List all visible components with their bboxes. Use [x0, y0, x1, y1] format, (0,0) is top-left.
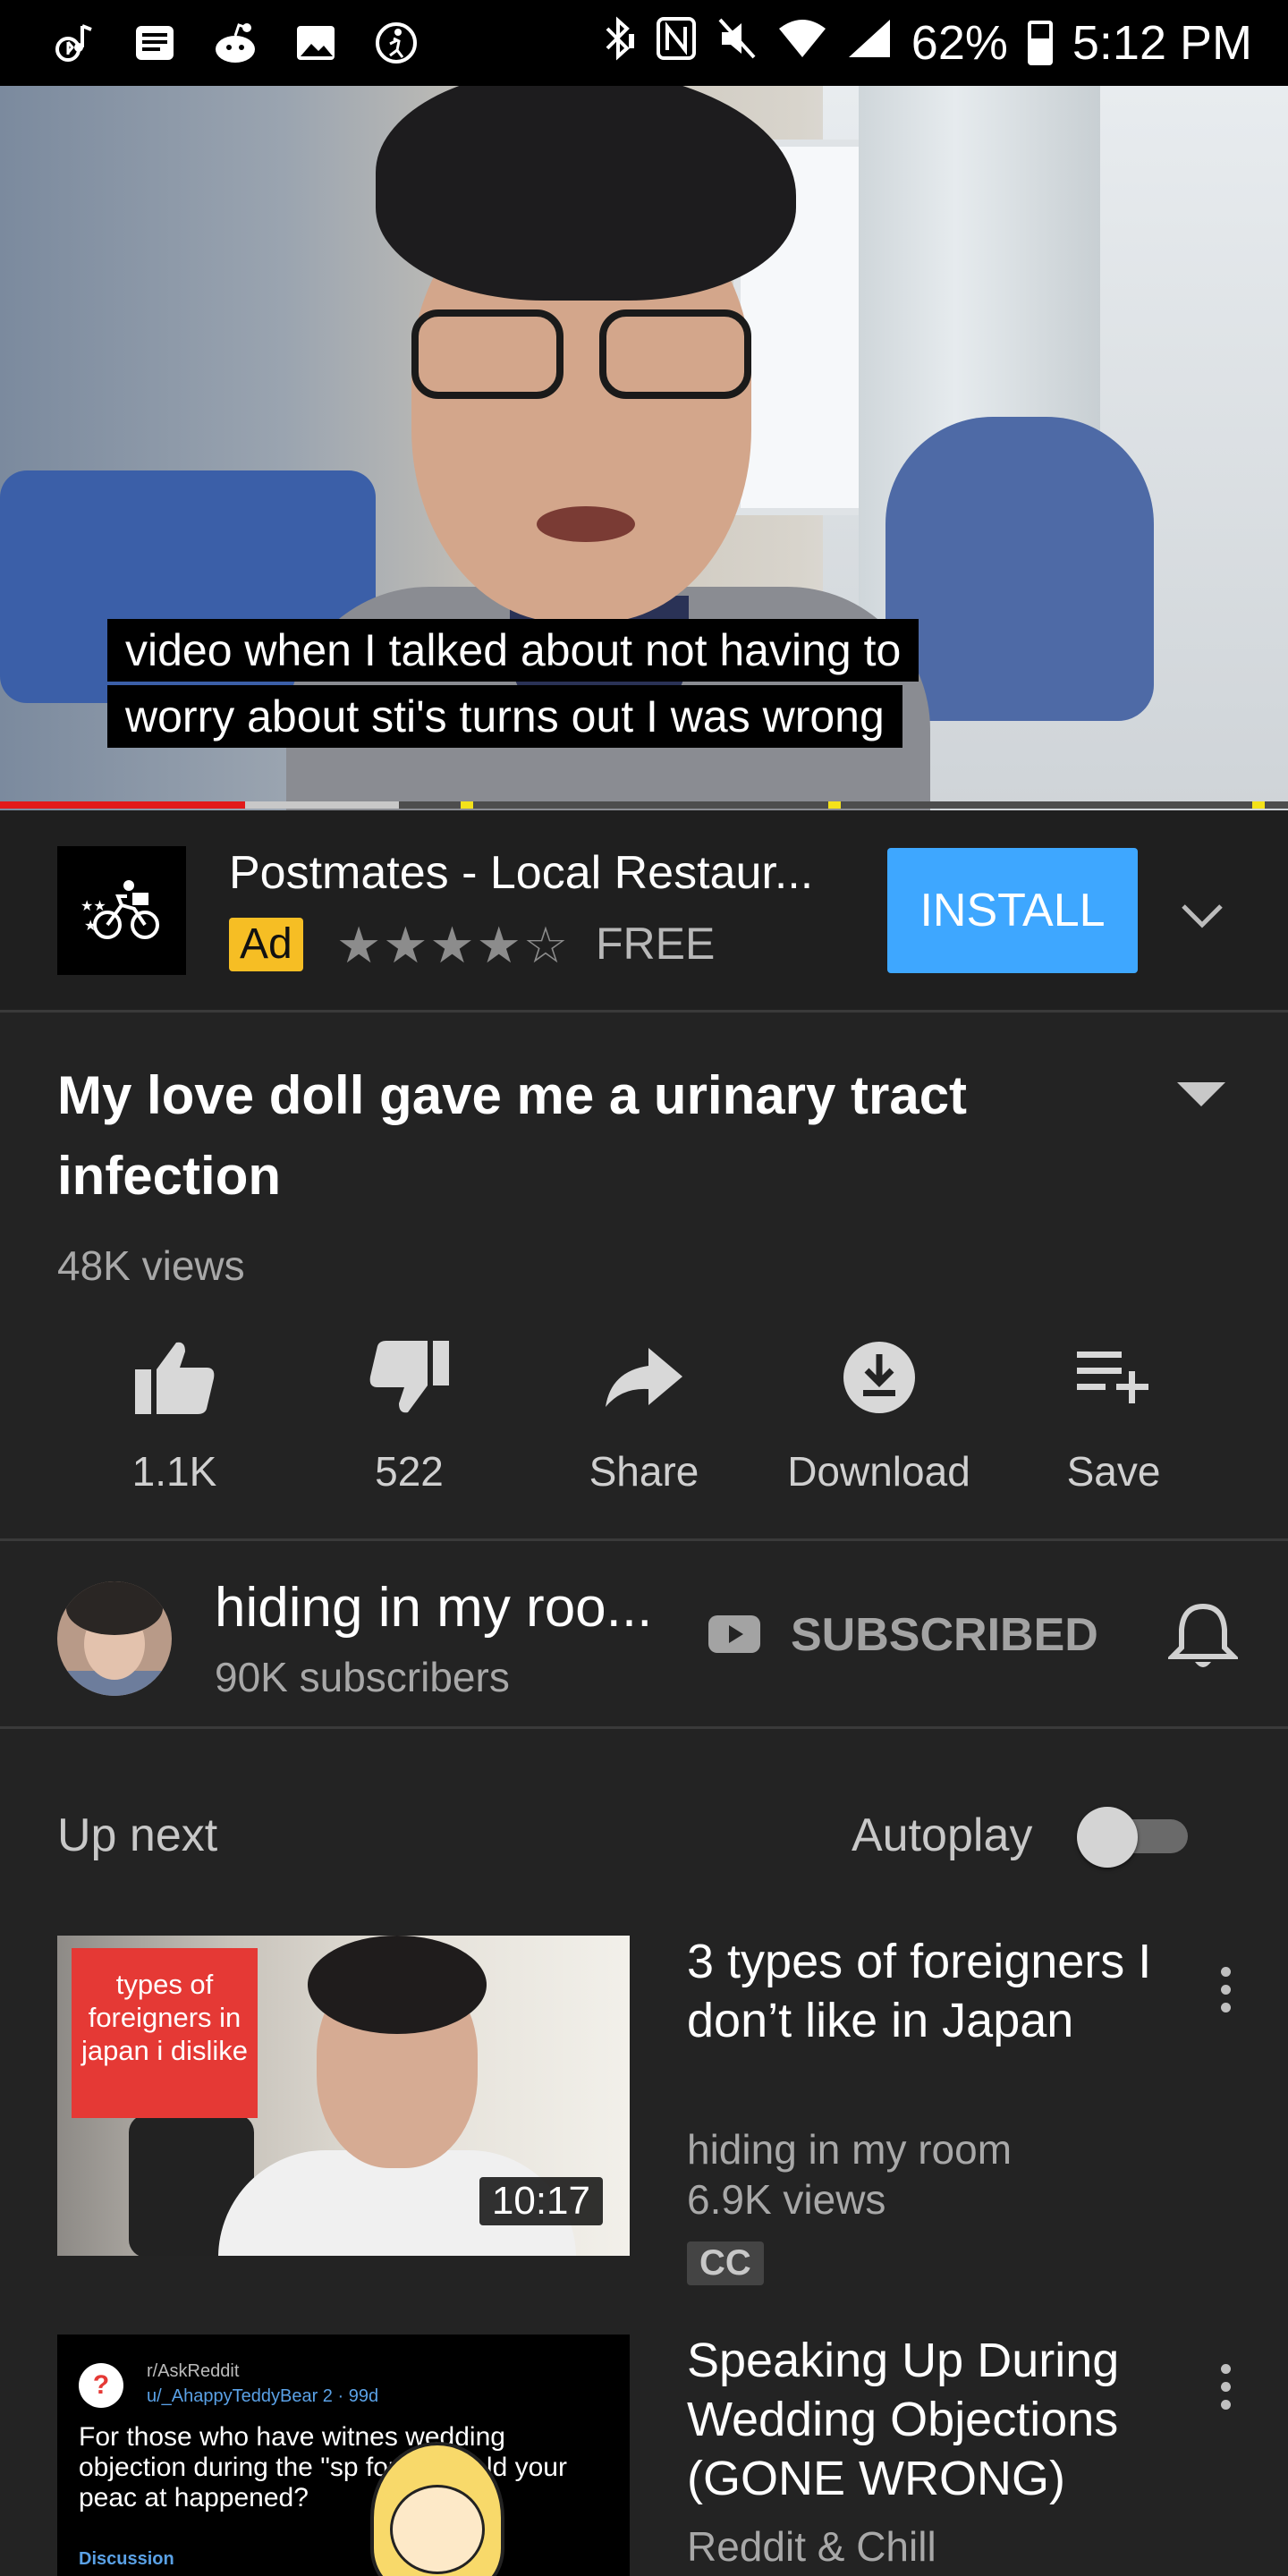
share-label: Share [589, 1448, 699, 1495]
up-next-label: Up next [57, 1809, 218, 1861]
view-count: 48K views [57, 1242, 245, 1289]
ad-marker [461, 801, 473, 809]
ad-banner[interactable]: ★★ ★ Postmates - Local Restaur... Ad ★★★★… [0, 810, 1288, 1013]
action-row: 1.1K 522 Share Download Save [57, 1333, 1231, 1496]
share-icon [599, 1333, 689, 1422]
autoplay-label: Autoplay [852, 1809, 1033, 1861]
video-frame-chair [886, 417, 1154, 721]
ad-marker [828, 801, 841, 809]
video-player[interactable]: video when I talked about not having to … [0, 86, 1288, 810]
more-options-icon[interactable] [1199, 1953, 1252, 2025]
reddit-icon [211, 19, 259, 67]
channel-name[interactable]: hiding in my roo... [215, 1576, 680, 1640]
thumbnail-text: types of foreigners in japan i dislike [72, 1948, 258, 2118]
like-button[interactable]: 1.1K [57, 1333, 292, 1496]
subscribed-button[interactable]: SUBSCRIBED [791, 1608, 1098, 1662]
video-progress-bar[interactable] [0, 801, 1288, 809]
bluetooth-icon [600, 16, 636, 71]
expand-description-icon[interactable] [1177, 1082, 1225, 1106]
more-options-icon[interactable] [1199, 2351, 1252, 2422]
save-label: Save [1066, 1448, 1161, 1495]
wifi-icon [777, 18, 827, 69]
svg-text:★★: ★★ [80, 897, 106, 914]
news-icon [131, 19, 179, 67]
video-title[interactable]: My love doll gave me a urinary tract inf… [57, 1055, 1113, 1216]
youtube-icon [708, 1615, 760, 1653]
ad-title[interactable]: Postmates - Local Restaur... [229, 846, 855, 900]
ad-rating-stars: ★★★★☆ [336, 917, 571, 973]
cc-badge: CC [687, 2241, 764, 2285]
thumbnail-tag: Discussion [79, 2549, 174, 2569]
video-captions: video when I talked about not having to … [107, 619, 919, 751]
thumbs-up-icon [130, 1333, 219, 1422]
thumbnail-subreddit: r/AskReddit [147, 2361, 240, 2381]
gallery-icon [292, 19, 340, 67]
postmates-logo-icon[interactable]: ★★ ★ [57, 846, 186, 975]
dislike-count: 522 [375, 1448, 444, 1495]
status-bar: 62% 5:12 PM [0, 0, 1288, 86]
divider [0, 1726, 1288, 1729]
video-title[interactable]: Speaking Up During Wedding Objections (G… [687, 2331, 1152, 2508]
caption-line: worry about sti's turns out I was wrong [107, 685, 902, 748]
thumbnail-user: u/_AhappyTeddyBear 2 · 99d [147, 2386, 379, 2406]
video-title[interactable]: 3 types of foreigners I don’t like in Ja… [687, 1932, 1152, 2050]
video-views: 6.9K views [687, 2176, 886, 2223]
save-button[interactable]: Save [996, 1333, 1231, 1496]
nfc-icon [656, 16, 697, 71]
notification-bell-icon[interactable] [1165, 1601, 1241, 1673]
subscriber-count: 90K subscribers [215, 1654, 510, 1700]
notification-icons [50, 19, 420, 67]
mute-icon [716, 16, 758, 71]
ad-badge: Ad [229, 918, 303, 971]
accessibility-icon [372, 19, 420, 67]
autoplay-toggle[interactable] [1077, 1807, 1190, 1868]
signal-icon [847, 18, 892, 69]
video-title-block[interactable]: My love doll gave me a urinary tract inf… [57, 1055, 1113, 1216]
battery-percent: 62% [911, 16, 1008, 70]
bride-face-icon [390, 2485, 485, 2574]
video-channel: hiding in my room [687, 2126, 1013, 2173]
progress-played [0, 801, 245, 809]
install-button[interactable]: INSTALL [887, 848, 1138, 973]
thumbnail-text: For those who have witnes wedding object… [79, 2422, 567, 2512]
playlist-add-icon [1069, 1333, 1158, 1422]
download-label: Download [787, 1448, 970, 1495]
video-thumbnail[interactable]: types of foreigners in japan i dislike 1… [57, 1936, 630, 2256]
askreddit-icon: ? [79, 2363, 123, 2408]
share-button[interactable]: Share [527, 1333, 761, 1496]
divider [0, 1538, 1288, 1541]
dislike-button[interactable]: 522 [292, 1333, 527, 1496]
thumbs-down-icon [365, 1333, 454, 1422]
video-duration: 10:17 [479, 2177, 603, 2225]
like-count: 1.1K [131, 1448, 217, 1495]
caption-line: video when I talked about not having to [107, 619, 919, 682]
ad-marker [1252, 801, 1265, 809]
video-channel: Reddit & Chill [687, 2523, 936, 2570]
bluetooth-music-icon [50, 19, 98, 67]
channel-avatar[interactable] [57, 1581, 172, 1696]
ad-price: FREE [596, 919, 716, 969]
download-button[interactable]: Download [762, 1333, 996, 1496]
download-icon [835, 1333, 924, 1422]
svg-text:★: ★ [84, 917, 97, 934]
battery-icon [1027, 21, 1053, 65]
system-status: 62% 5:12 PM [600, 15, 1252, 71]
video-thumbnail[interactable]: ? r/AskReddit u/_AhappyTeddyBear 2 · 99d… [57, 2334, 630, 2576]
clock: 5:12 PM [1072, 16, 1252, 70]
chevron-down-icon[interactable] [1177, 891, 1227, 941]
